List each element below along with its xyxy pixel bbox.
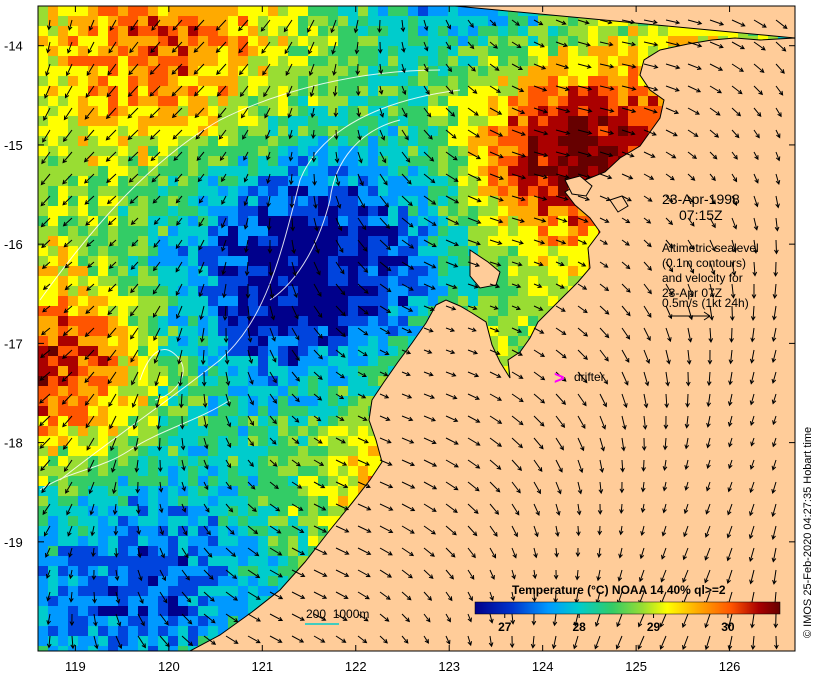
lat-tick-label: -19	[4, 535, 23, 550]
colorbar-tick-label: 28	[572, 620, 586, 634]
lon-tick-label: 126	[719, 659, 741, 674]
lon-tick-label: 121	[251, 659, 273, 674]
legend-line: Altimetric sealevel	[662, 241, 759, 255]
drifter-marker: >	[554, 368, 565, 388]
colorbar-tick-label: 29	[647, 620, 661, 634]
legend-line: and velocity for	[662, 271, 743, 285]
legend-line: (0.1m contours)	[662, 256, 746, 270]
lat-tick-label: -16	[4, 237, 23, 252]
depth-contour-label: 200 1000m	[306, 607, 369, 621]
drifter-label: drifter	[574, 370, 605, 384]
legend-line: 0.5m/s (1kt 24h)	[662, 296, 749, 310]
lat-tick-label: -18	[4, 436, 23, 451]
date-label: 23-Apr-1998	[662, 191, 740, 207]
time-label: 07:15Z	[679, 207, 723, 223]
colorbar-tick-label: 27	[498, 620, 512, 634]
lon-tick-label: 124	[532, 659, 554, 674]
lon-tick-label: 119	[65, 659, 86, 674]
colorbar-tick-label: 30	[721, 620, 735, 634]
lat-tick-label: -15	[4, 138, 23, 153]
credit-text: © IMOS 25-Feb-2020 04:27:35 Hobart time	[802, 427, 814, 638]
lon-tick-label: 120	[158, 659, 180, 674]
lon-tick-label: 122	[345, 659, 367, 674]
lat-tick-label: -17	[4, 336, 23, 351]
lon-tick-label: 125	[625, 659, 647, 674]
colorbar-title: Temperature (°C) NOAA 14 40% ql>=2	[512, 583, 726, 597]
sst-map: 119 120 121 122 123 124 125 126 -14 -15 -16 -17 -18…	[4, 5, 814, 674]
lon-tick-label: 123	[438, 659, 460, 674]
lat-tick-label: -14	[4, 39, 23, 54]
colorbar-gradient	[474, 601, 781, 615]
